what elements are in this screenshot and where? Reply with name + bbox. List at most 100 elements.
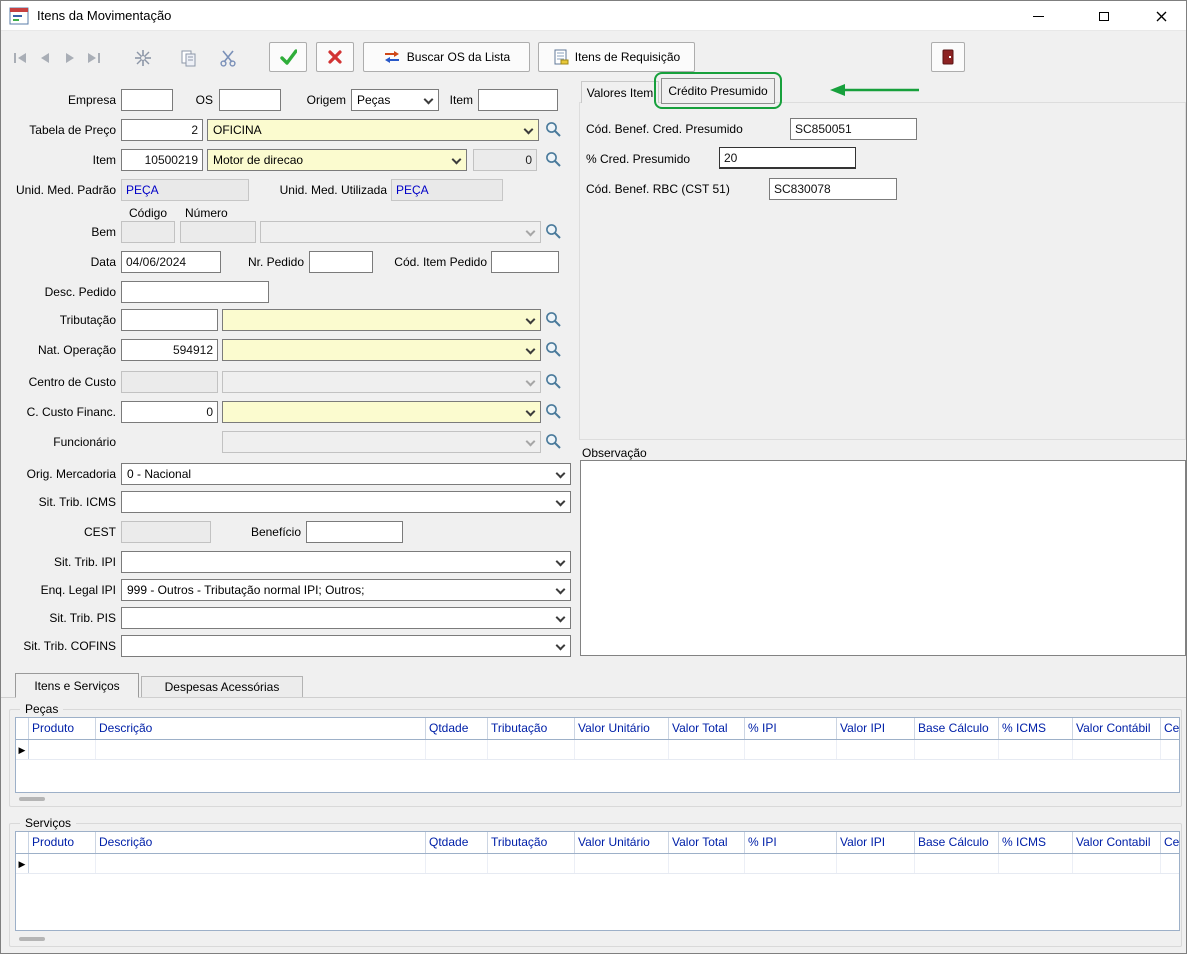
pecas-column-header[interactable]: % IPI xyxy=(745,718,837,739)
c-custo-financ-combo[interactable] xyxy=(222,401,541,423)
first-record-button[interactable] xyxy=(9,45,33,71)
pecas-column-header[interactable]: Valor Total xyxy=(669,718,745,739)
tab-itens-e-servicos[interactable]: Itens e Serviços xyxy=(15,673,139,698)
servicos-grid-cell[interactable] xyxy=(669,854,745,873)
confirm-button[interactable] xyxy=(269,42,307,72)
pecas-column-header[interactable]: Valor Unitário xyxy=(575,718,669,739)
servicos-column-header[interactable]: Base Cálculo xyxy=(915,832,999,853)
servicos-grid-cell[interactable] xyxy=(575,854,669,873)
pecas-grid-cell[interactable] xyxy=(915,740,999,759)
tributacao-combo[interactable] xyxy=(222,309,541,331)
maximize-button[interactable] xyxy=(1081,1,1127,31)
servicos-grid-cell[interactable] xyxy=(915,854,999,873)
next-record-button[interactable] xyxy=(58,45,82,71)
cut-button[interactable] xyxy=(216,45,240,71)
tributacao-code-input[interactable] xyxy=(121,309,218,331)
tab-valores-item[interactable]: Valores Item xyxy=(581,81,659,103)
scrollbar-thumb[interactable] xyxy=(19,797,45,801)
pecas-column-header[interactable]: Valor Contábil xyxy=(1073,718,1161,739)
pecas-grid-cell[interactable] xyxy=(1161,740,1179,759)
servicos-column-header[interactable]: % ICMS xyxy=(999,832,1073,853)
pecas-grid-cell[interactable] xyxy=(837,740,915,759)
item-code-input[interactable] xyxy=(121,149,203,171)
item-search-icon[interactable] xyxy=(545,151,563,169)
servicos-grid-cell[interactable] xyxy=(29,854,96,873)
exit-button[interactable] xyxy=(931,42,965,72)
pecas-column-header[interactable]: % ICMS xyxy=(999,718,1073,739)
sit-trib-cofins-combo[interactable] xyxy=(121,635,571,657)
pecas-hscrollbar[interactable] xyxy=(19,797,45,802)
tabela-preco-search-icon[interactable] xyxy=(545,121,563,139)
pecas-column-header[interactable]: Base Cálculo xyxy=(915,718,999,739)
pecas-grid-cell[interactable] xyxy=(999,740,1073,759)
c-custo-financ-code-input[interactable] xyxy=(121,401,218,423)
cod-benef-rbc-input[interactable] xyxy=(769,178,897,200)
centro-custo-search-icon[interactable] xyxy=(545,373,563,391)
scrollbar-thumb[interactable] xyxy=(19,937,45,941)
nat-operacao-code-input[interactable] xyxy=(121,339,218,361)
servicos-grid-cell[interactable] xyxy=(837,854,915,873)
observacao-memo[interactable] xyxy=(580,460,1186,656)
pecas-grid-cell[interactable] xyxy=(96,740,426,759)
pct-cred-input[interactable] xyxy=(719,147,856,169)
buscar-os-button[interactable]: Buscar OS da Lista xyxy=(363,42,530,72)
tab-credito-presumido[interactable]: Crédito Presumido xyxy=(661,78,775,104)
origem-combo[interactable]: Peças xyxy=(351,89,439,111)
desc-pedido-input[interactable] xyxy=(121,281,269,303)
servicos-column-header[interactable]: Valor IPI xyxy=(837,832,915,853)
copy-document-button[interactable] xyxy=(177,45,201,71)
pecas-column-header[interactable]: Valor IPI xyxy=(837,718,915,739)
servicos-grid-cell[interactable] xyxy=(1161,854,1179,873)
bem-search-icon[interactable] xyxy=(545,223,563,241)
cancel-button[interactable] xyxy=(316,42,354,72)
pecas-grid-cell[interactable] xyxy=(29,740,96,759)
item-top-input[interactable] xyxy=(478,89,558,111)
servicos-column-header[interactable]: Ce xyxy=(1161,832,1179,853)
servicos-grid-cell[interactable] xyxy=(426,854,488,873)
pecas-grid-row[interactable]: ▶ xyxy=(16,740,1179,760)
beneficio-input[interactable] xyxy=(306,521,403,543)
pecas-grid[interactable]: ProdutoDescriçãoQtdadeTributaçãoValor Un… xyxy=(15,717,1180,793)
tabela-preco-combo[interactable]: OFICINA xyxy=(207,119,539,141)
servicos-column-header[interactable]: Produto xyxy=(29,832,96,853)
servicos-grid-row[interactable]: ▶ xyxy=(16,854,1179,874)
item-combo[interactable]: Motor de direcao xyxy=(207,149,467,171)
servicos-grid[interactable]: ProdutoDescriçãoQtdadeTributaçãoValor Un… xyxy=(15,831,1180,931)
data-input[interactable] xyxy=(121,251,221,273)
pecas-grid-cell[interactable] xyxy=(1073,740,1161,759)
pecas-column-header[interactable]: Tributação xyxy=(488,718,575,739)
servicos-grid-cell[interactable] xyxy=(999,854,1073,873)
minimize-button[interactable] xyxy=(1015,1,1061,31)
pecas-grid-cell[interactable] xyxy=(488,740,575,759)
close-button[interactable] xyxy=(1138,1,1184,31)
prior-record-button[interactable] xyxy=(33,45,57,71)
pecas-grid-cell[interactable] xyxy=(575,740,669,759)
os-input[interactable] xyxy=(219,89,281,111)
pecas-grid-cell[interactable] xyxy=(669,740,745,759)
servicos-grid-cell[interactable] xyxy=(488,854,575,873)
servicos-column-header[interactable]: Descrição xyxy=(96,832,426,853)
cod-benef-cred-input[interactable] xyxy=(790,118,917,140)
last-record-button[interactable] xyxy=(81,45,105,71)
servicos-column-header[interactable]: Tributação xyxy=(488,832,575,853)
itens-requisicao-button[interactable]: Itens de Requisição xyxy=(538,42,695,72)
sit-trib-icms-combo[interactable] xyxy=(121,491,571,513)
servicos-grid-cell[interactable] xyxy=(1073,854,1161,873)
pecas-column-header[interactable]: Qtdade xyxy=(426,718,488,739)
nr-pedido-input[interactable] xyxy=(309,251,373,273)
funcionario-search-icon[interactable] xyxy=(545,433,563,451)
servicos-column-header[interactable]: Qtdade xyxy=(426,832,488,853)
pecas-grid-cell[interactable] xyxy=(426,740,488,759)
nat-operacao-combo[interactable] xyxy=(222,339,541,361)
nat-operacao-search-icon[interactable] xyxy=(545,341,563,359)
servicos-grid-cell[interactable] xyxy=(96,854,426,873)
recalculate-button[interactable] xyxy=(131,45,155,71)
tabela-preco-code-input[interactable] xyxy=(121,119,203,141)
empresa-input[interactable] xyxy=(121,89,173,111)
servicos-column-header[interactable]: % IPI xyxy=(745,832,837,853)
orig-mercadoria-combo[interactable]: 0 - Nacional xyxy=(121,463,571,485)
pecas-grid-cell[interactable] xyxy=(745,740,837,759)
c-custo-financ-search-icon[interactable] xyxy=(545,403,563,421)
pecas-column-header[interactable]: Ce xyxy=(1161,718,1179,739)
enq-legal-ipi-combo[interactable]: 999 - Outros - Tributação normal IPI; Ou… xyxy=(121,579,571,601)
